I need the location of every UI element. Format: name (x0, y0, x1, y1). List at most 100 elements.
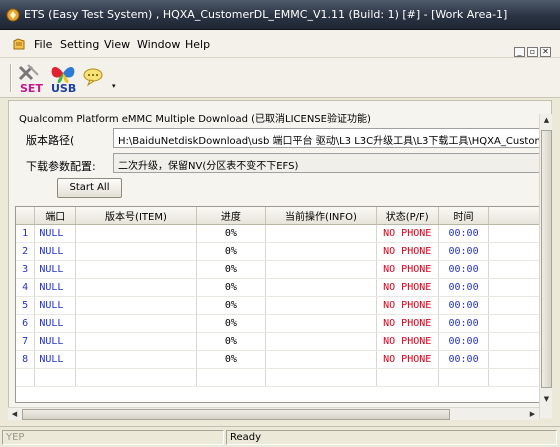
panel-title: Qualcomm Platform eMMC Multiple Download… (19, 114, 371, 125)
port-cell: NULL (34, 314, 77, 333)
config-field[interactable]: 二次升级，保留NV(分区表不变不下EFS) (113, 153, 541, 173)
set-label: SET (20, 82, 43, 95)
menu-bar: File Setting View Window Help _ ▫ ✕ (0, 30, 560, 58)
app-icon (6, 8, 20, 22)
progress-cell: 0% (196, 260, 267, 279)
extra-cell (488, 314, 540, 333)
row-index: 7 (16, 332, 36, 351)
horizontal-scroll-thumb[interactable] (22, 409, 450, 420)
menu-setting[interactable]: Setting (60, 38, 99, 51)
table-row[interactable]: 5 NULL 0% NO PHONE 00:00 (16, 296, 540, 315)
config-label: 下载参数配置: (26, 160, 96, 173)
menu-view[interactable]: View (104, 38, 130, 51)
path-field[interactable]: H:\BaiduNetdiskDownload\usb 端口平台 驱动\L3 L… (113, 128, 541, 148)
table-row[interactable]: 6 NULL 0% NO PHONE 00:00 (16, 314, 540, 333)
time-cell: 00:00 (438, 350, 490, 369)
table-row[interactable]: 7 NULL 0% NO PHONE 00:00 (16, 332, 540, 351)
column-header-port[interactable]: 端口 (34, 207, 77, 225)
set-button[interactable]: SET (14, 61, 48, 95)
row-index: 4 (16, 278, 36, 297)
version-cell (75, 314, 197, 333)
extra-cell (488, 242, 540, 261)
download-panel: Qualcomm Platform eMMC Multiple Download… (8, 100, 552, 418)
version-cell (75, 296, 197, 315)
version-cell (75, 278, 197, 297)
extra-cell (488, 350, 540, 369)
version-cell (75, 332, 197, 351)
close-button[interactable]: ✕ (540, 47, 551, 57)
time-cell: 00:00 (438, 296, 490, 315)
toolbar: SET USB ▾ (0, 58, 560, 98)
version-cell (75, 350, 197, 369)
restore-button[interactable]: ▫ (527, 47, 538, 57)
port-cell: NULL (34, 260, 77, 279)
column-header-time[interactable]: 时间 (438, 207, 490, 225)
document-icon[interactable] (12, 37, 26, 51)
port-cell: NULL (34, 224, 77, 243)
info-cell (265, 242, 377, 261)
column-header-progress[interactable]: 进度 (196, 207, 267, 225)
horizontal-scrollbar[interactable]: ◀ ▶ (8, 407, 539, 420)
vertical-scroll-thumb[interactable] (541, 130, 552, 388)
extra-cell (488, 296, 540, 315)
status-cell: NO PHONE (376, 314, 439, 333)
column-header-version[interactable]: 版本号(ITEM) (75, 207, 197, 225)
start-all-button[interactable]: Start All (57, 178, 122, 198)
menu-file[interactable]: File (34, 38, 52, 51)
extra-cell (488, 260, 540, 279)
menu-help[interactable]: Help (185, 38, 210, 51)
progress-cell: 0% (196, 278, 267, 297)
toolbar-dropdown-icon[interactable]: ▾ (112, 82, 116, 90)
table-row[interactable]: 1 NULL 0% NO PHONE 00:00 (16, 224, 540, 243)
progress-cell: 0% (196, 296, 267, 315)
table-row[interactable]: 3 NULL 0% NO PHONE 00:00 (16, 260, 540, 279)
table-row[interactable]: 2 NULL 0% NO PHONE 00:00 (16, 242, 540, 261)
row-index: 5 (16, 296, 36, 315)
status-cell: NO PHONE (376, 296, 439, 315)
time-cell: 00:00 (438, 260, 490, 279)
port-table: 端口 版本号(ITEM) 进度 当前操作(INFO) 状态(P/F) 时间 1N… (15, 206, 541, 403)
title-bar[interactable]: ETS (Easy Test System) , HQXA_CustomerDL… (0, 0, 560, 30)
empty-cell (488, 368, 540, 387)
port-cell: NULL (34, 278, 77, 297)
empty-cell (34, 368, 77, 387)
column-header-extra[interactable] (488, 207, 540, 225)
table-row[interactable]: 4 NULL 0% NO PHONE 00:00 (16, 278, 540, 297)
status-cell: NO PHONE (376, 332, 439, 351)
scroll-right-icon[interactable]: ▶ (526, 408, 539, 421)
chat-button[interactable] (80, 61, 106, 95)
scroll-left-icon[interactable]: ◀ (8, 408, 21, 421)
empty-cell (16, 368, 36, 387)
empty-cell (438, 368, 490, 387)
minimize-button[interactable]: _ (514, 47, 525, 57)
row-index: 2 (16, 242, 36, 261)
menu-window[interactable]: Window (137, 38, 180, 51)
table-row[interactable]: 8 NULL 0% NO PHONE 00:00 (16, 350, 540, 369)
version-cell (75, 224, 197, 243)
scroll-down-icon[interactable]: ▼ (540, 393, 553, 406)
column-header-status[interactable]: 状态(P/F) (376, 207, 439, 225)
vertical-scrollbar[interactable]: ▲ ▼ (539, 114, 552, 418)
empty-cell (75, 368, 197, 387)
progress-cell: 0% (196, 350, 267, 369)
status-cell: NO PHONE (376, 242, 439, 261)
info-cell (265, 332, 377, 351)
time-cell: 00:00 (438, 314, 490, 333)
usb-button[interactable]: USB (46, 61, 80, 95)
extra-cell (488, 332, 540, 351)
version-cell (75, 260, 197, 279)
info-cell (265, 278, 377, 297)
table-header-row: 端口 版本号(ITEM) 进度 当前操作(INFO) 状态(P/F) 时间 (16, 207, 540, 225)
usb-label: USB (51, 82, 77, 95)
status-ready: Ready (226, 430, 557, 445)
info-cell (265, 224, 377, 243)
scroll-up-icon[interactable]: ▲ (540, 114, 553, 127)
column-header-info[interactable]: 当前操作(INFO) (265, 207, 377, 225)
time-cell: 00:00 (438, 332, 490, 351)
column-header-index[interactable] (16, 207, 36, 225)
info-cell (265, 296, 377, 315)
row-index: 1 (16, 224, 36, 243)
time-cell: 00:00 (438, 278, 490, 297)
status-cell: NO PHONE (376, 278, 439, 297)
info-cell (265, 260, 377, 279)
